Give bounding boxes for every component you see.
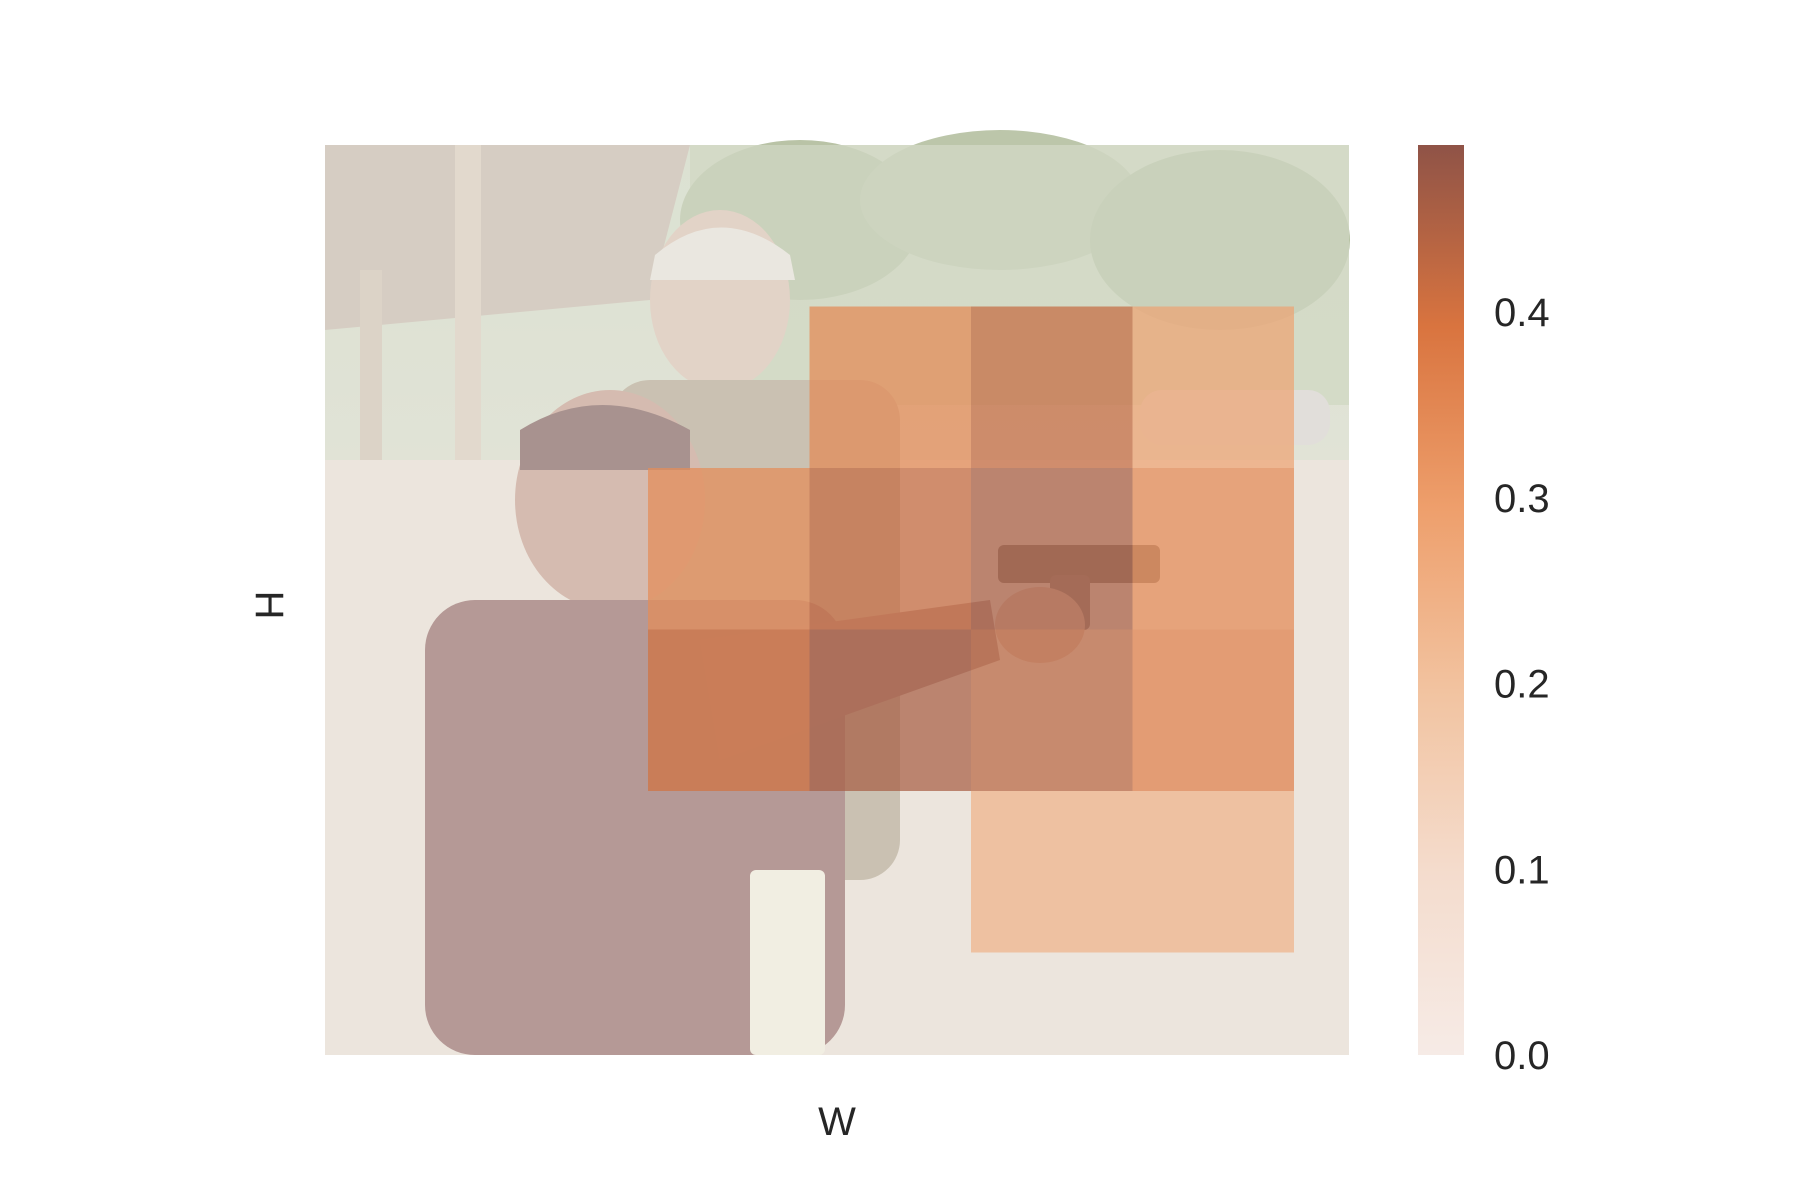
- heatmap-cell: [1132, 629, 1294, 791]
- heatmap-cell: [648, 629, 810, 791]
- colorbar-tick-label: 0.1: [1494, 848, 1550, 892]
- y-axis-label: H: [247, 591, 291, 620]
- heatmap-cell: [1132, 791, 1294, 953]
- x-axis-label: W: [818, 1100, 856, 1144]
- heatmap-cell: [971, 468, 1133, 630]
- colorbar: [1418, 145, 1464, 1055]
- heatmap-cell: [971, 306, 1133, 468]
- heatmap-cell: [1132, 306, 1294, 468]
- heatmap-cell: [809, 468, 971, 630]
- heatmap-cell: [809, 629, 971, 791]
- heatmap-cell: [971, 629, 1133, 791]
- colorbar-ticks: 0.0 0.1 0.2 0.3 0.4: [1494, 291, 1550, 1078]
- colorbar-tick-label: 0.2: [1494, 663, 1550, 707]
- colorbar-tick-label: 0.4: [1494, 291, 1550, 335]
- heatmap-cell: [648, 468, 810, 630]
- heatmap-cell: [971, 791, 1133, 953]
- colorbar-tick-label: 0.0: [1494, 1034, 1550, 1078]
- colorbar-tick-label: 0.3: [1494, 477, 1550, 521]
- heatmap-cell: [1132, 468, 1294, 630]
- chart-canvas: 0.0 0.1 0.2 0.3 0.4 W H: [247, 130, 1550, 1144]
- heatmap-cell: [809, 306, 971, 468]
- colorbar-gradient: [1418, 145, 1464, 1055]
